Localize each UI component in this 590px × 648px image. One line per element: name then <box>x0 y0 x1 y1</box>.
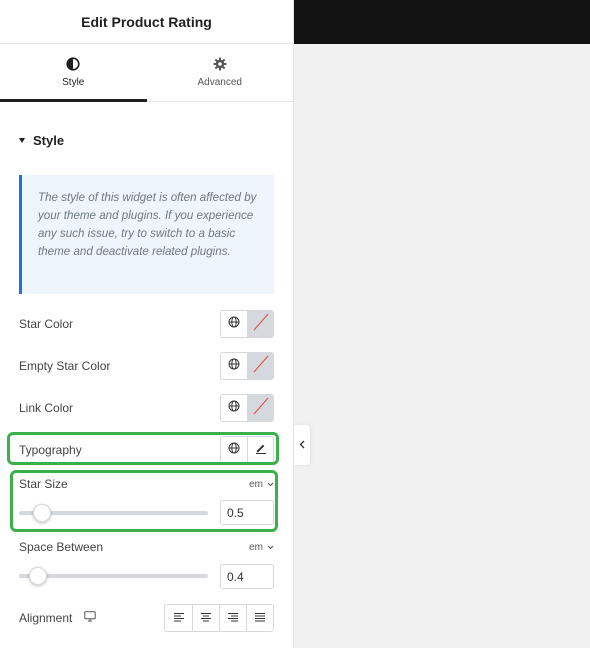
tab-style[interactable]: Style <box>0 44 147 102</box>
slider-thumb[interactable] <box>29 567 47 585</box>
no-color-icon <box>248 353 274 379</box>
alignment-buttons <box>164 604 274 632</box>
no-color-icon <box>248 311 274 337</box>
globe-icon <box>228 315 240 333</box>
star-size-unit: em <box>249 478 263 490</box>
link-color-label: Link Color <box>19 401 74 415</box>
star-size-unit-select[interactable]: em <box>249 479 274 490</box>
space-between-slider[interactable] <box>19 566 208 586</box>
panel-header: Edit Product Rating <box>0 0 293 44</box>
align-center-icon <box>200 609 212 627</box>
pencil-icon <box>255 441 267 459</box>
section-label: Style <box>33 133 65 148</box>
alignment-label-group: Alignment <box>19 609 97 627</box>
control-alignment: Alignment <box>19 604 274 632</box>
panel-tabs: Style Advanced <box>0 44 293 102</box>
star-size-slider[interactable] <box>19 503 208 523</box>
space-between-header: Space Between em <box>19 540 274 554</box>
star-size-label: Star Size <box>19 477 68 491</box>
global-colors-button[interactable] <box>221 353 247 379</box>
editor-panel: Edit Product Rating Style Advanced Style… <box>0 0 294 648</box>
star-size-input[interactable] <box>220 500 274 525</box>
globe-icon <box>228 399 240 417</box>
control-typography: Typography <box>19 436 274 464</box>
typography-buttons <box>220 436 274 464</box>
space-between-input[interactable] <box>220 564 274 589</box>
chevron-down-icon <box>267 542 274 553</box>
space-between-label: Space Between <box>19 540 104 554</box>
align-right-icon <box>227 609 239 627</box>
notice-text: The style of this widget is often affect… <box>38 191 257 258</box>
slider-track <box>19 574 208 578</box>
globe-icon <box>228 441 240 459</box>
gear-icon <box>213 57 227 71</box>
color-picker-button[interactable] <box>247 395 273 421</box>
info-notice: The style of this widget is often affect… <box>19 175 274 294</box>
chevron-left-icon <box>299 436 305 454</box>
link-color-buttons <box>220 394 274 422</box>
preview-topbar <box>294 0 590 44</box>
chevron-down-icon <box>267 479 274 490</box>
collapse-panel-button[interactable] <box>294 425 310 465</box>
no-color-icon <box>248 395 274 421</box>
align-justify-button[interactable] <box>246 605 273 631</box>
global-colors-button[interactable] <box>221 311 247 337</box>
half-circle-icon <box>66 57 80 71</box>
global-colors-button[interactable] <box>221 395 247 421</box>
control-star-color: Star Color <box>19 310 274 338</box>
slider-thumb[interactable] <box>33 504 51 522</box>
globe-icon <box>228 357 240 375</box>
control-link-color: Link Color <box>19 394 274 422</box>
tab-advanced-label: Advanced <box>197 77 242 88</box>
align-left-icon <box>173 609 185 627</box>
color-picker-button[interactable] <box>247 311 273 337</box>
empty-star-color-label: Empty Star Color <box>19 359 111 373</box>
alignment-label: Alignment <box>19 611 73 625</box>
panel-title: Edit Product Rating <box>81 13 212 30</box>
space-between-unit-select[interactable]: em <box>249 542 274 553</box>
control-empty-star-color: Empty Star Color <box>19 352 274 380</box>
align-left-button[interactable] <box>165 605 192 631</box>
desktop-icon[interactable] <box>84 609 97 627</box>
align-center-button[interactable] <box>192 605 219 631</box>
tab-advanced[interactable]: Advanced <box>147 44 294 101</box>
space-between-unit: em <box>249 541 263 553</box>
star-color-buttons <box>220 310 274 338</box>
empty-star-color-buttons <box>220 352 274 380</box>
edit-typography-button[interactable] <box>247 437 273 463</box>
star-color-label: Star Color <box>19 317 74 331</box>
typography-label: Typography <box>19 443 82 457</box>
tab-style-label: Style <box>62 77 85 88</box>
align-justify-icon <box>254 609 266 627</box>
align-right-button[interactable] <box>219 605 246 631</box>
preview-canvas <box>294 44 590 648</box>
color-picker-button[interactable] <box>247 353 273 379</box>
section-style-toggle[interactable]: Style <box>19 133 64 148</box>
global-typography-button[interactable] <box>221 437 247 463</box>
caret-down-icon <box>19 138 25 143</box>
star-size-header: Star Size em <box>19 477 274 491</box>
